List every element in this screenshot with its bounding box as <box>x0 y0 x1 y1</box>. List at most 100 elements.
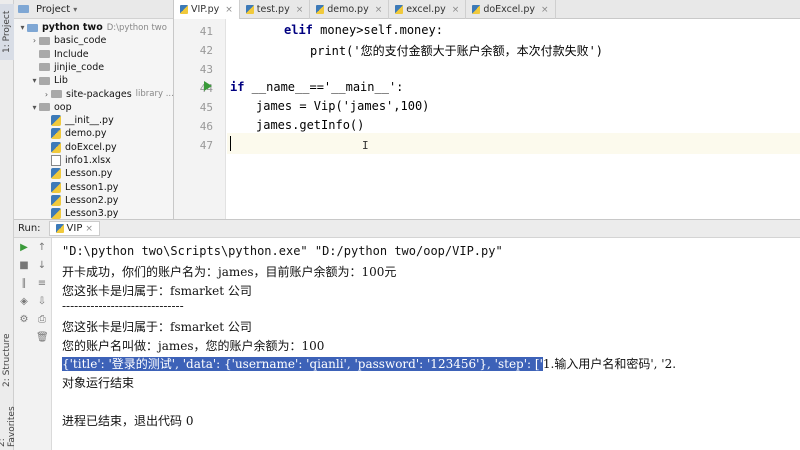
rerun-icon[interactable]: ▶ <box>18 242 30 254</box>
favorites-tool-tab[interactable]: 2: Favorites <box>0 395 17 447</box>
python-file-icon <box>51 115 61 127</box>
editor-tab[interactable]: doExcel.py × <box>466 0 556 19</box>
dump-threads-icon[interactable]: ◈ <box>18 296 30 308</box>
console-output[interactable]: "D:\python two\Scripts\python.exe" "D:/p… <box>52 238 800 450</box>
folder-icon <box>39 50 50 59</box>
tree-item[interactable]: Lesson1.py <box>42 181 118 194</box>
code-line-45-text: james = Vip('james',100) <box>256 99 430 113</box>
tree-item[interactable]: Include <box>30 48 89 61</box>
settings-icon[interactable]: ⚙ <box>18 314 30 326</box>
code-line-41-rest: money>self.money: <box>312 23 443 37</box>
tree-item-label: __init__.py <box>65 115 114 127</box>
tree-item[interactable]: ▾ oop <box>30 101 72 114</box>
code-line-42-text: print('您的支付金额大于账户余额，本次付款失败') <box>310 44 604 58</box>
project-folder-icon <box>27 23 38 32</box>
python-file-icon <box>51 168 61 180</box>
python-icon <box>472 5 481 14</box>
code-editor[interactable]: 41 42 43 44 45 46 47 I elif money>self.money: … <box>174 19 800 219</box>
tree-item[interactable]: demo.py <box>42 127 106 140</box>
project-panel-header: Project ▾ <box>14 0 173 19</box>
python-file-icon <box>51 208 61 219</box>
current-line-highlight <box>227 133 800 154</box>
close-icon[interactable]: × <box>375 5 383 15</box>
expanded-arrow-icon[interactable]: ▾ <box>30 76 39 85</box>
tree-item[interactable]: ▾ Lib <box>30 74 68 87</box>
editor-tab[interactable]: test.py × <box>240 0 311 19</box>
dropdown-icon[interactable]: ▾ <box>73 5 77 14</box>
line-number: 46 <box>199 120 213 133</box>
close-icon[interactable]: × <box>85 224 93 234</box>
structure-tool-tab-label: 2: Structure <box>2 333 12 387</box>
scroll-up-icon[interactable]: ↑ <box>36 242 48 254</box>
folder-icon <box>39 36 50 45</box>
tree-item-label: demo.py <box>65 128 107 140</box>
close-icon[interactable]: × <box>452 5 460 15</box>
python-file-icon <box>51 194 61 206</box>
console-line: 您这张卡是归属于：fsmarket 公司 <box>62 284 252 298</box>
print-icon[interactable]: ⎙ <box>36 314 48 326</box>
folder-icon <box>39 76 50 85</box>
run-config-tab[interactable]: VIP × <box>48 221 100 236</box>
editor-tab-label: VIP.py <box>191 4 220 15</box>
collapsed-arrow-icon[interactable]: › <box>30 36 39 45</box>
scroll-to-end-icon[interactable]: ⇩ <box>36 296 48 308</box>
console-line: 开卡成功，你们的账户名为：james，目前账户余额为：100元 <box>62 265 397 279</box>
tree-item-label: Lib <box>54 75 68 87</box>
python-file-icon <box>51 128 61 140</box>
project-panel-title[interactable]: Project <box>36 4 70 15</box>
tree-item[interactable]: __init__.py <box>42 114 114 127</box>
editor-tab-label: demo.py <box>327 4 369 15</box>
tree-item[interactable]: ▾ python two D:\python two <box>18 21 166 34</box>
console-line-command: "D:\python two\Scripts\python.exe" "D:/p… <box>62 244 503 258</box>
scroll-down-icon[interactable]: ↓ <box>36 260 48 272</box>
line-number-gutter: 41 42 43 44 45 46 47 <box>174 19 226 219</box>
close-icon[interactable]: × <box>296 5 304 15</box>
close-icon[interactable]: × <box>541 5 549 15</box>
expanded-arrow-icon[interactable]: ▾ <box>18 23 27 32</box>
tree-item-label: basic_code <box>54 35 107 47</box>
project-tool-tab[interactable]: 1: Project <box>0 4 14 60</box>
tree-item-label: oop <box>54 101 72 113</box>
tree-item-label: Lesson3.py <box>65 208 119 219</box>
left-tool-strip: 1: Project 2: Structure 2: Favorites <box>0 0 17 450</box>
python-icon <box>55 224 64 233</box>
tree-item[interactable]: Lesson.py <box>42 167 112 180</box>
expanded-arrow-icon[interactable]: ▾ <box>30 103 39 112</box>
python-icon <box>245 5 254 14</box>
pause-icon[interactable]: ∥ <box>18 278 30 290</box>
tree-item[interactable]: jinjie_code <box>30 61 104 74</box>
tree-item-label: jinjie_code <box>54 61 105 73</box>
run-gutter-icon[interactable] <box>204 81 212 91</box>
i-beam-cursor-icon: I <box>362 139 369 152</box>
close-icon[interactable]: × <box>225 5 233 15</box>
structure-tool-tab[interactable]: 2: Structure <box>0 330 14 390</box>
collapsed-arrow-icon[interactable]: › <box>42 90 51 99</box>
editor-tab[interactable]: demo.py × <box>310 0 390 19</box>
line-number: 47 <box>199 139 213 152</box>
code-line-45: james = Vip('james',100) <box>256 99 429 113</box>
editor-tab[interactable]: VIP.py × <box>174 0 240 19</box>
stop-icon[interactable]: ■ <box>18 260 30 272</box>
python-file-icon <box>51 141 61 153</box>
folder-icon <box>39 63 50 72</box>
trash-icon[interactable]: 🗑 <box>36 332 49 344</box>
python-icon <box>395 5 404 14</box>
run-config-name: VIP <box>66 223 83 234</box>
tree-item[interactable]: › basic_code <box>30 34 106 47</box>
tree-item[interactable]: Lesson3.py <box>42 207 118 219</box>
tree-item[interactable]: Lesson2.py <box>42 194 118 207</box>
text-caret <box>230 136 231 151</box>
code-line-46: james.getInfo() <box>256 118 364 132</box>
python-icon <box>180 5 188 14</box>
code-line-41: elif money>self.money: <box>284 23 443 37</box>
editor-tab[interactable]: excel.py × <box>389 0 467 19</box>
tree-item[interactable]: › site-packages library ... <box>42 88 173 101</box>
tree-item-label: Lesson1.py <box>65 181 119 193</box>
tree-item[interactable]: info1.xlsx <box>42 154 111 167</box>
tree-item[interactable]: doExcel.py <box>42 141 117 154</box>
keyword-if: if <box>230 80 245 94</box>
soft-wrap-icon[interactable]: ≡ <box>36 278 48 290</box>
line-number: 42 <box>199 44 213 57</box>
console-line-dict: {'title': '登录的测试', 'data': {'username': … <box>62 355 676 372</box>
line-number: 45 <box>199 101 213 114</box>
